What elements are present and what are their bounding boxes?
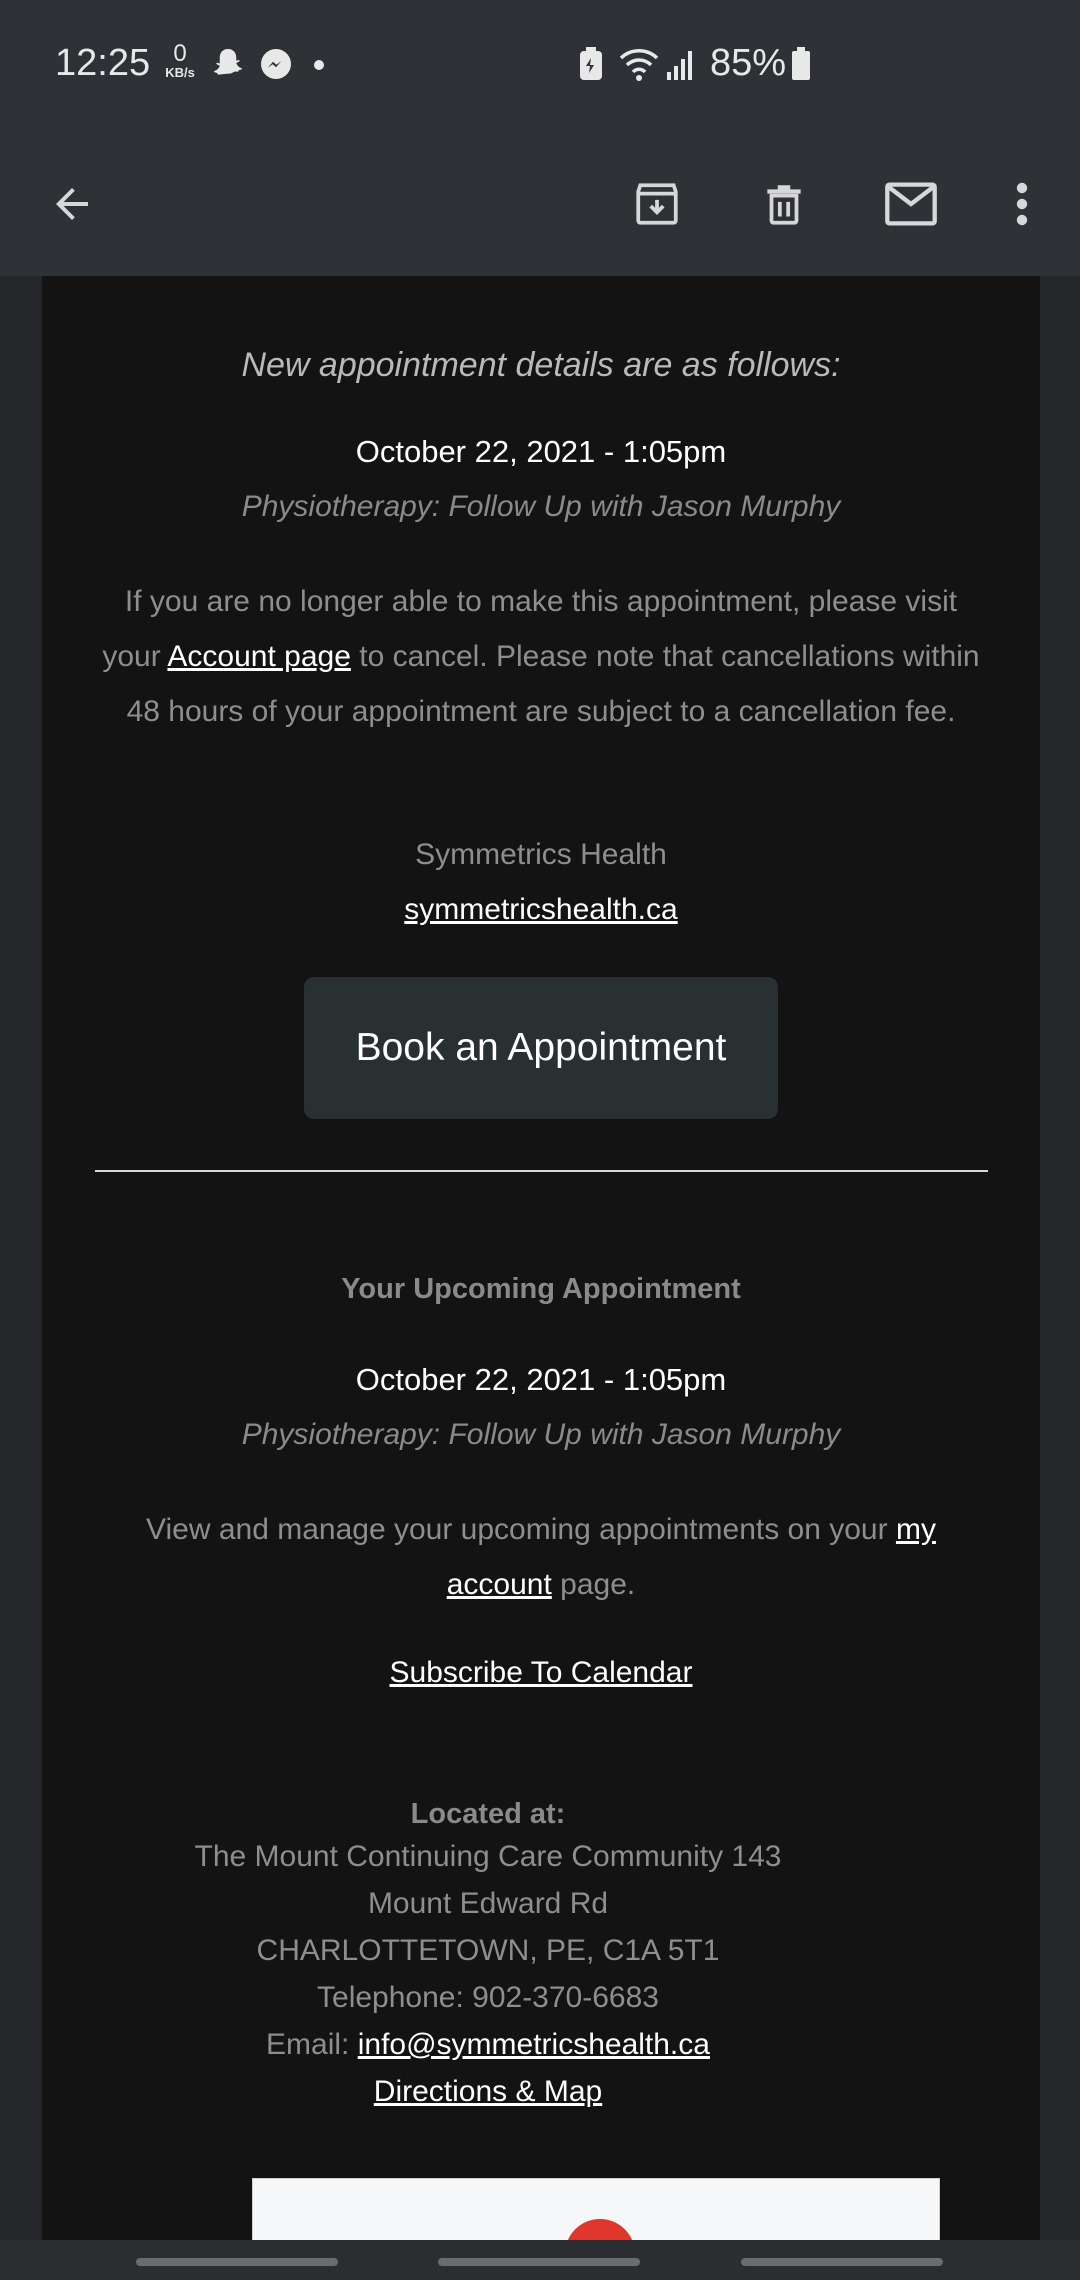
directions-map-link[interactable]: Directions & Map (374, 2075, 602, 2108)
email-body: New appointment details are as follows: … (42, 276, 1040, 2240)
status-bar: 12:25 0 KB/s 85% (0, 0, 1080, 132)
contact-email-link[interactable]: info@symmetricshealth.ca (358, 2028, 710, 2061)
network-speed-value: 0 (173, 40, 187, 67)
upcoming-service: Physiotherapy: Follow Up with Jason Murp… (241, 1418, 841, 1451)
back-arrow-icon[interactable] (30, 162, 114, 246)
battery-saver-icon (578, 46, 604, 87)
system-nav-bar (0, 2240, 1080, 2280)
network-speed-unit: KB/s (165, 65, 195, 80)
nav-back-pill[interactable] (741, 2258, 943, 2266)
intro-text: New appointment details are as follows: (241, 346, 841, 384)
nav-home-pill[interactable] (438, 2258, 640, 2266)
delete-icon[interactable] (742, 162, 826, 246)
email-label: Email: (266, 2028, 350, 2061)
dot-icon (313, 58, 325, 76)
embedded-image (252, 2178, 940, 2240)
cancel-notice: If you are no longer able to make this a… (97, 574, 985, 739)
upcoming-date: October 22, 2021 - 1:05pm (355, 1362, 727, 1397)
archive-icon[interactable] (615, 162, 699, 246)
subscribe-calendar-link[interactable]: Subscribe To Calendar (390, 1656, 693, 1689)
nav-recents-pill[interactable] (136, 2258, 338, 2266)
clock: 12:25 (55, 42, 151, 84)
messenger-icon (258, 46, 294, 87)
upcoming-title: Your Upcoming Appointment (341, 1273, 741, 1305)
network-speed: 0 KB/s (160, 40, 200, 80)
wifi-icon (618, 46, 660, 87)
logo-partial (565, 2219, 635, 2240)
location-telephone: Telephone: 902-370-6683 (317, 1981, 659, 2014)
location-email-row: Email: info@symmetricshealth.ca (42, 2021, 934, 2068)
location-block: Located at: The Mount Continuing Care Co… (42, 1798, 934, 2115)
manage-text-after: page. (560, 1568, 636, 1601)
manage-appointments-text: View and manage your upcoming appointmen… (97, 1502, 985, 1612)
org-name: Symmetrics Health (415, 838, 667, 871)
email-toolbar (0, 132, 1080, 276)
book-appointment-button[interactable]: Book an Appointment (304, 977, 778, 1119)
new-appointment-service: Physiotherapy: Follow Up with Jason Murp… (241, 490, 841, 523)
battery-icon (790, 46, 812, 87)
section-divider (95, 1170, 988, 1172)
manage-text-before: View and manage your upcoming appointmen… (146, 1513, 888, 1546)
more-vert-icon[interactable] (980, 162, 1064, 246)
location-heading: Located at: (410, 1798, 566, 1830)
location-line-1: The Mount Continuing Care Community 143 (194, 1840, 782, 1873)
org-website-wrap: symmetricshealth.ca (42, 893, 1040, 927)
directions-row: Directions & Map (42, 2068, 934, 2115)
battery-percent: 85% (710, 42, 787, 84)
location-line-2: Mount Edward Rd (367, 1887, 609, 1920)
subscribe-calendar-wrap: Subscribe To Calendar (42, 1656, 1040, 1690)
org-website-link[interactable]: symmetricshealth.ca (404, 893, 677, 926)
signal-icon (665, 46, 697, 87)
mark-unread-icon[interactable] (869, 162, 953, 246)
new-appointment-date: October 22, 2021 - 1:05pm (355, 434, 727, 469)
location-line-3: CHARLOTTETOWN, PE, C1A 5T1 (256, 1934, 720, 1967)
snapchat-icon (210, 46, 246, 87)
account-page-link[interactable]: Account page (167, 640, 350, 673)
